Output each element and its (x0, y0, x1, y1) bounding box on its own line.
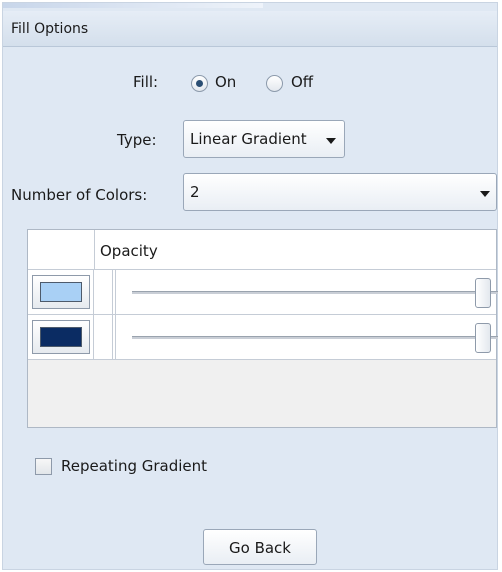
number-of-colors-label: Number of Colors: (11, 186, 148, 204)
type-label: Type: (117, 131, 157, 149)
panel-title: Fill Options (11, 21, 89, 37)
table-row (28, 270, 498, 315)
go-back-label: Go Back (229, 539, 291, 557)
color-swatch (40, 282, 82, 302)
opacity-slider-thumb[interactable] (475, 323, 491, 353)
color-swatch (40, 327, 82, 347)
opacity-slider-track[interactable] (132, 291, 498, 294)
fill-off-label[interactable]: Off (291, 73, 313, 91)
opacity-slider-thumb[interactable] (475, 278, 491, 308)
table-header: Opacity (28, 230, 496, 270)
type-dropdown-value: Linear Gradient (190, 130, 307, 148)
number-of-colors-dropdown[interactable]: 2 (183, 173, 497, 211)
row-grip (112, 315, 116, 359)
fill-options-panel: Fill Options Fill: On Off Type: Linear G… (2, 2, 498, 570)
opacity-slider-track[interactable] (132, 336, 498, 339)
chevron-down-icon (326, 138, 336, 144)
fill-off-radio[interactable] (266, 75, 283, 92)
fill-on-label[interactable]: On (215, 73, 236, 91)
fill-on-radio[interactable] (191, 75, 208, 92)
swatch-cell (28, 315, 94, 359)
number-of-colors-value: 2 (190, 183, 200, 201)
table-row (28, 315, 498, 360)
go-back-button[interactable]: Go Back (203, 529, 317, 565)
repeating-gradient-checkbox[interactable] (35, 458, 52, 475)
color-picker-button[interactable] (32, 320, 90, 354)
fill-label: Fill: (133, 73, 159, 91)
panel-header: Fill Options (3, 11, 497, 47)
row-grip (112, 270, 116, 314)
top-accent-line (3, 3, 263, 8)
color-picker-button[interactable] (32, 275, 90, 309)
color-table: Opacity (27, 229, 498, 428)
swatch-cell (28, 270, 94, 314)
opacity-column-header: Opacity (100, 242, 158, 260)
header-separator (94, 230, 95, 270)
repeating-gradient-label[interactable]: Repeating Gradient (61, 457, 207, 475)
type-dropdown[interactable]: Linear Gradient (183, 120, 345, 158)
chevron-down-icon (480, 191, 490, 197)
